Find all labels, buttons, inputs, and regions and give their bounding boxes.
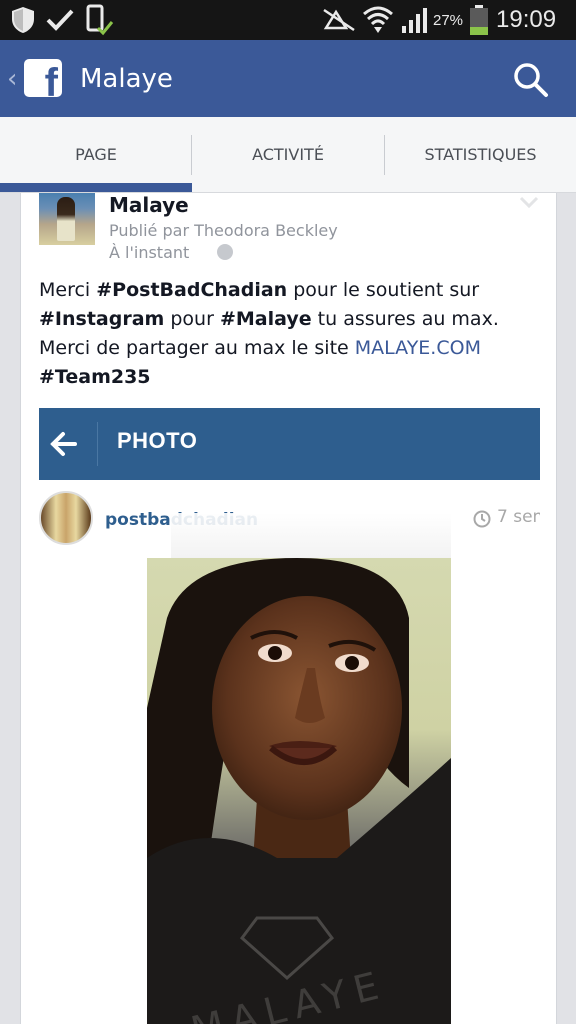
arrow-left-icon	[50, 432, 77, 456]
signal-bars-icon	[402, 8, 427, 33]
clock-time: 19:09	[496, 6, 557, 33]
globe-icon	[217, 244, 233, 260]
hashtag-link[interactable]: #Team235	[39, 366, 151, 388]
battery-icon	[470, 5, 488, 35]
tab-statistiques[interactable]: STATISTIQUES	[385, 117, 576, 193]
instagram-header-title: PHOTO	[117, 428, 198, 453]
checkmark-icon	[46, 9, 74, 31]
battery-percent: 27%	[433, 12, 464, 29]
back-chevron-icon[interactable]: ‹	[7, 64, 17, 94]
page-title: Malaye	[80, 64, 173, 94]
instagram-time: 7 sem	[497, 507, 540, 527]
device-check-icon	[86, 4, 114, 36]
post-page-name[interactable]: Malaye	[109, 193, 189, 217]
chevron-down-icon[interactable]	[518, 193, 540, 211]
clock-icon	[473, 510, 491, 528]
shield-icon	[12, 7, 34, 33]
hashtag-link[interactable]: #Malaye	[220, 308, 312, 330]
post-card: Malaye Publié par Theodora Beckley À l'i…	[20, 193, 557, 1024]
active-tab-indicator	[0, 183, 192, 192]
tab-activite[interactable]: ACTIVITÉ	[192, 117, 384, 193]
post-photo[interactable]: PHOTO postbadchadian 7 sem	[39, 408, 540, 1024]
selfie-photo: MALAYE	[147, 558, 451, 1024]
facebook-logo-icon[interactable]: f	[24, 59, 62, 97]
status-bar: 27% 19:09	[0, 0, 576, 40]
tab-page[interactable]: PAGE	[0, 117, 192, 193]
page-avatar[interactable]	[39, 193, 95, 245]
instagram-header: PHOTO	[39, 408, 540, 480]
post-message: Merci #PostBadChadian pour le soutient s…	[39, 279, 499, 388]
website-link[interactable]: MALAYE.COM	[355, 337, 481, 359]
hashtag-link[interactable]: #Instagram	[39, 308, 164, 330]
instagram-user-avatar	[39, 491, 93, 545]
hashtag-link[interactable]: #PostBadChadian	[96, 279, 287, 301]
no-signal-icon	[323, 8, 355, 32]
search-icon[interactable]	[510, 60, 552, 100]
app-bar: ‹ f Malaye	[0, 40, 576, 117]
page-tabs: PAGE ACTIVITÉ STATISTIQUES	[0, 117, 576, 193]
wifi-icon	[363, 6, 393, 33]
post-timestamp[interactable]: À l'instant	[109, 243, 189, 262]
post-published-by: Publié par Theodora Beckley	[109, 221, 338, 240]
